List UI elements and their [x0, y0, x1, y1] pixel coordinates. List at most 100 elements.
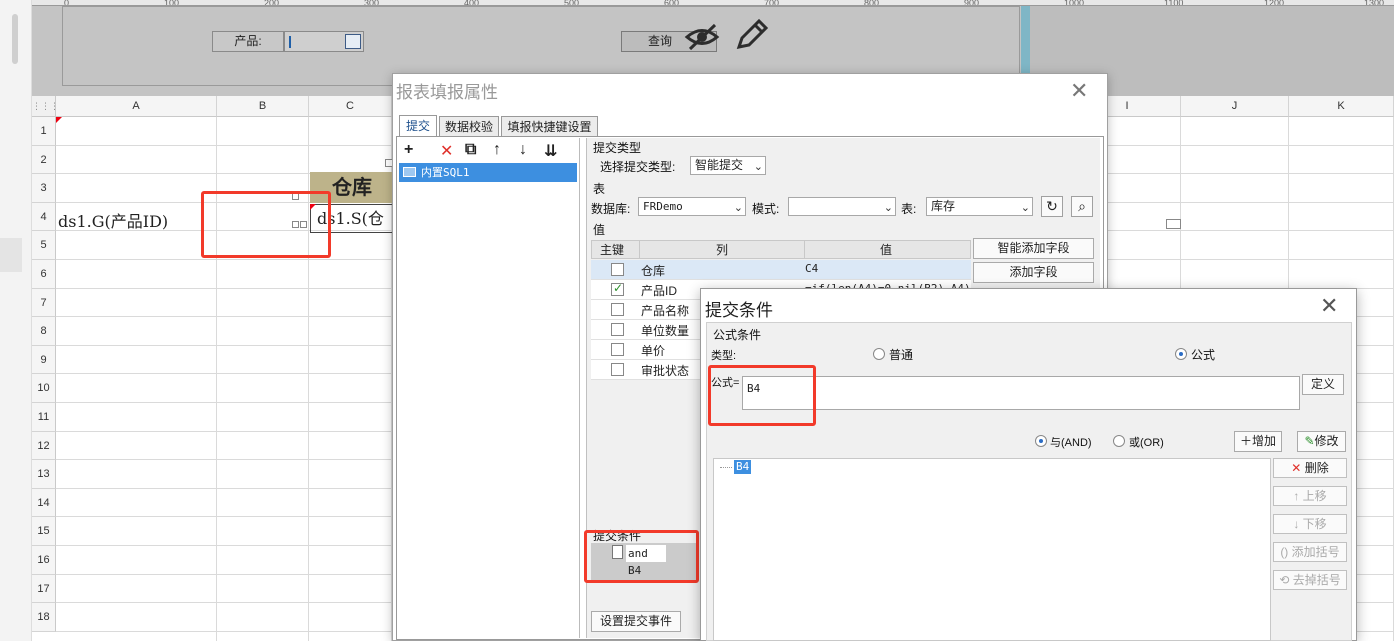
collapsed-pane[interactable]: [0, 238, 22, 272]
row-header[interactable]: 1: [32, 117, 56, 146]
condition-list[interactable]: [713, 458, 1271, 641]
radio-normal-label: 普通: [889, 348, 914, 362]
chevron-down-icon: ⌄: [1020, 201, 1030, 214]
radio-formula-label: 公式: [1191, 348, 1216, 362]
close-icon[interactable]: ✕: [1070, 78, 1088, 104]
remove-parentheses-button[interactable]: ⟲ 去掉括号: [1273, 570, 1347, 590]
delete-button[interactable]: ✕ 删除: [1273, 458, 1347, 478]
row-header[interactable]: 10: [32, 374, 56, 403]
delete-label: 删除: [1304, 461, 1329, 475]
radio-or-label: 或(OR): [1129, 437, 1164, 449]
column-header[interactable]: K: [1289, 96, 1394, 117]
table-select[interactable]: 库存 ⌄: [926, 197, 1033, 216]
row-header[interactable]: 15: [32, 517, 56, 546]
column-header[interactable]: A: [56, 96, 217, 117]
row-header[interactable]: 3: [32, 174, 56, 203]
vertical-scrollbar[interactable]: [12, 14, 18, 64]
primary-key-checkbox[interactable]: [611, 323, 624, 336]
plus-icon: ＋: [1239, 434, 1252, 448]
cell-a4[interactable]: ds1.G(产品ID): [58, 208, 168, 232]
radio-or[interactable]: [1113, 435, 1125, 447]
row-header[interactable]: 12: [32, 432, 56, 460]
remove-parentheses-label: 去掉括号: [1292, 573, 1341, 587]
primary-key-checkbox[interactable]: [611, 263, 624, 276]
add-icon[interactable]: +: [404, 141, 413, 159]
move-bottom-icon[interactable]: ⇊: [544, 141, 557, 161]
row-header[interactable]: 14: [32, 489, 56, 517]
header-divider: [639, 241, 640, 258]
primary-key-checkbox[interactable]: [611, 343, 624, 356]
parameter-width-handle[interactable]: [1021, 6, 1030, 74]
column-header[interactable]: C: [309, 96, 392, 117]
db-select[interactable]: FRDemo ⌄: [638, 197, 746, 216]
edit-pencil-icon[interactable]: [734, 18, 770, 52]
row-header[interactable]: 9: [32, 346, 56, 374]
row-header[interactable]: 7: [32, 289, 56, 317]
row-header[interactable]: 13: [32, 460, 56, 489]
list-item-sql1[interactable]: 内置SQL1: [399, 163, 577, 182]
dialog-title: 提交条件: [705, 301, 773, 320]
preview-table-icon[interactable]: ⌕: [1071, 196, 1093, 217]
product-input[interactable]: [284, 31, 364, 52]
row-header[interactable]: 11: [32, 403, 56, 432]
chevron-down-icon: ⌄: [883, 201, 893, 214]
move-up-icon[interactable]: ↑: [493, 141, 501, 159]
column-header[interactable]: J: [1181, 96, 1289, 117]
row-header[interactable]: 4: [32, 203, 56, 231]
row-header[interactable]: 5: [32, 231, 56, 260]
add-condition-button[interactable]: ＋增加: [1234, 431, 1282, 452]
refresh-icon[interactable]: ↻: [1041, 196, 1063, 217]
left-panel-strip: [0, 0, 32, 641]
submit-type-value: 智能提交: [695, 158, 744, 172]
row-header[interactable]: 8: [32, 317, 56, 346]
select-all-corner[interactable]: ⋮⋮⋮: [32, 96, 59, 117]
formula-input[interactable]: B4: [742, 376, 1300, 410]
move-down-button[interactable]: ↓ 下移: [1273, 514, 1347, 534]
mode-select[interactable]: ⌄: [788, 197, 896, 216]
row-header[interactable]: 16: [32, 546, 56, 575]
copy-icon[interactable]: ⧉: [465, 141, 476, 159]
move-up-label: 上移: [1302, 489, 1327, 503]
modify-condition-button[interactable]: ✎修改: [1297, 431, 1346, 452]
submit-type-select[interactable]: 智能提交 ⌄: [690, 156, 766, 175]
tab-data-validation[interactable]: 数据校验: [439, 116, 499, 138]
primary-key-checkbox[interactable]: [611, 281, 624, 296]
close-icon[interactable]: ✕: [1320, 293, 1338, 319]
hide-eye-icon[interactable]: [684, 22, 720, 52]
primary-key-checkbox[interactable]: [611, 303, 624, 316]
tab-shortcut-settings[interactable]: 填报快捷键设置: [501, 116, 598, 138]
tab-submit[interactable]: 提交: [399, 115, 437, 137]
row-header[interactable]: 6: [32, 260, 56, 289]
row-header[interactable]: 17: [32, 575, 56, 603]
move-down-icon[interactable]: ↓: [519, 141, 527, 159]
smart-add-fields-button[interactable]: 智能添加字段: [973, 238, 1094, 259]
field-value[interactable]: C4: [805, 262, 818, 275]
submit-list[interactable]: [398, 138, 580, 638]
field-column-name: 审批状态: [641, 364, 690, 378]
move-down-label: 下移: [1302, 517, 1327, 531]
move-up-button[interactable]: ↑ 上移: [1273, 486, 1347, 506]
highlight-box-b4: [201, 191, 331, 258]
primary-key-checkbox[interactable]: [611, 363, 624, 376]
row-header[interactable]: 2: [32, 146, 56, 174]
row-header[interactable]: 18: [32, 603, 56, 632]
add-field-button[interactable]: 添加字段: [973, 262, 1094, 283]
edit-icon: ✎: [1304, 434, 1315, 448]
condition-list-item[interactable]: B4: [734, 460, 752, 474]
set-submit-event-button[interactable]: 设置提交事件: [591, 611, 681, 632]
column-header[interactable]: B: [217, 96, 309, 117]
highlight-box-condition: [584, 530, 699, 583]
database-icon: [403, 167, 416, 177]
field-table-header: [591, 240, 971, 259]
section-value: 值: [593, 223, 606, 237]
radio-formula[interactable]: [1175, 348, 1187, 360]
picker-icon[interactable]: [345, 34, 361, 49]
add-parentheses-button[interactable]: () 添加括号: [1273, 542, 1347, 562]
arrow-down-icon: ↓: [1293, 517, 1300, 531]
radio-normal[interactable]: [873, 348, 885, 360]
define-button[interactable]: 定义: [1302, 374, 1344, 395]
field-row[interactable]: 仓库 C4: [591, 260, 971, 280]
parentheses-icon: (): [1280, 545, 1289, 559]
delete-icon[interactable]: ✕: [440, 141, 453, 161]
radio-and[interactable]: [1035, 435, 1047, 447]
